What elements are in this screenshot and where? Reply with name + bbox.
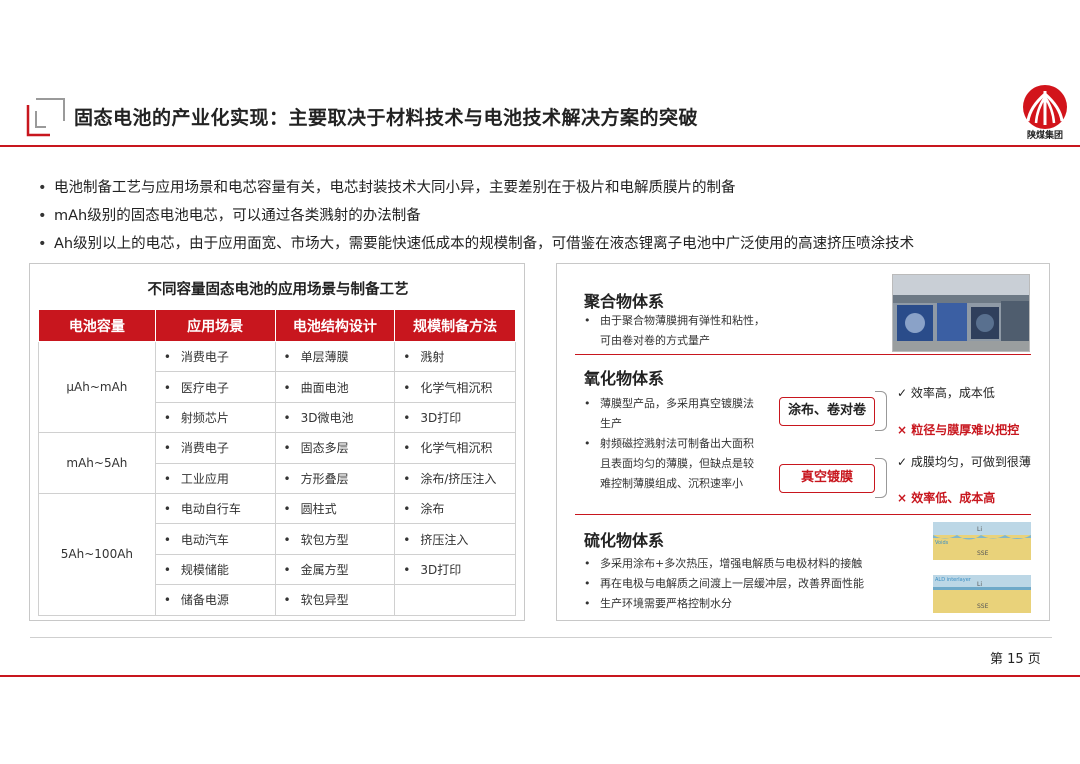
table-cell: • 圆柱式 — [274, 492, 396, 525]
table-cell — [394, 584, 516, 616]
material-systems-panel: 聚合物体系 • 由于聚合物薄膜拥有弹性和粘性， 可由卷对卷的方式量产 氧化物体系 … — [556, 263, 1050, 621]
table-cell: • 金属方型 — [274, 553, 396, 586]
pro-item: ✓ 成膜均匀，可做到很薄 — [897, 455, 1031, 469]
table-cell: • 3D打印 — [394, 401, 516, 434]
title-bracket-icon — [26, 98, 65, 137]
table-cell: • 涂布/挤压注入 — [394, 462, 516, 494]
table-cell: • 固态多层 — [274, 432, 396, 464]
column-header: 电池容量 — [38, 309, 156, 342]
page-number: 第 15 页 — [990, 652, 1041, 667]
capacity-cell: 5Ah~100Ah — [38, 492, 156, 616]
table-cell: • 方形叠层 — [274, 462, 396, 494]
coating-method-tag: 涂布、卷对卷 — [779, 397, 875, 426]
bullet-item: 电池制备工艺与应用场景和电芯容量有关，电芯封装技术大同小异，主要差别在于极片和电… — [38, 174, 914, 202]
list-item: • 薄膜型产品，多采用真空镀膜法 — [584, 397, 754, 410]
roll-to-roll-machine-photo — [892, 274, 1030, 352]
process-table: 电池容量 应用场景 电池结构设计 规模制备方法 μAh~mAh • 消费电子 • 单… — [38, 309, 516, 616]
svg-text:Voids: Voids — [935, 540, 949, 546]
list-item: • 再在电极与电解质之间渡上一层缓冲层，改善界面性能 — [584, 577, 864, 590]
pro-item: ✓ 效率高，成本低 — [897, 386, 995, 400]
brand-name: 陕煤集团 — [1026, 131, 1063, 141]
list-item: • 生产环境需要严格控制水分 — [584, 597, 732, 610]
table-cell: • 电动自行车 — [154, 492, 276, 525]
table-row: mAh~5Ah • 消费电子 • 固态多层 • 化学气相沉积 — [38, 432, 516, 494]
sulfide-title: 硫化物体系 — [584, 531, 665, 550]
list-item: • 多采用涂布+多次热压，增强电解质与电极材料的接触 — [584, 557, 863, 570]
interface-voids-micrograph: Li Voids SSE — [933, 522, 1031, 560]
table-cell: • 工业应用 — [154, 462, 276, 494]
capacity-cell: μAh~mAh — [38, 340, 156, 434]
polymer-list: • 由于聚合物薄膜拥有弹性和粘性， 可由卷对卷的方式量产 — [584, 311, 765, 351]
summary-bullets: 电池制备工艺与应用场景和电芯容量有关，电芯封装技术大同小异，主要差别在于极片和电… — [38, 174, 914, 258]
table-cell: • 单层薄膜 — [274, 340, 396, 373]
table-cell: • 消费电子 — [154, 340, 276, 373]
table-row: 5Ah~100Ah • 电动自行车 • 圆柱式 • 涂布 — [38, 492, 516, 616]
svg-text:Li: Li — [977, 581, 982, 588]
bottom-divider — [0, 675, 1080, 677]
section-divider — [575, 354, 1031, 355]
table-cell: • 规模储能 — [154, 553, 276, 586]
list-item: 可由卷对卷的方式量产 — [600, 334, 710, 347]
table-cell: • 化学气相沉积 — [394, 371, 516, 403]
table-cell: • 3D微电池 — [274, 401, 396, 434]
table-cell: • 软包方型 — [274, 523, 396, 555]
table-row: μAh~mAh • 消费电子 • 单层薄膜 • 溅射 — [38, 340, 516, 434]
table-cell: • 医疗电子 — [154, 371, 276, 403]
capacity-cell: mAh~5Ah — [38, 432, 156, 494]
oxide-title: 氧化物体系 — [584, 369, 665, 388]
column-header: 规模制备方法 — [394, 309, 516, 342]
page-title: 固态电池的产业化实现：主要取决于材料技术与电池技术解决方案的突破 — [74, 107, 699, 129]
ald-interlayer-micrograph: ALD interlayer Li SSE — [933, 575, 1031, 613]
con-item: × 粒径与膜厚难以把控 — [897, 423, 1020, 437]
list-item: 难控制薄膜组成、沉积速率小 — [600, 477, 743, 490]
sulfide-list: • 多采用涂布+多次热压，增强电解质与电极材料的接触 • 再在电极与电解质之间渡上一… — [584, 554, 864, 614]
table-cell: • 化学气相沉积 — [394, 432, 516, 464]
list-item: • 由于聚合物薄膜拥有弹性和粘性， — [584, 314, 765, 327]
footer-divider — [30, 637, 1052, 638]
svg-text:SSE: SSE — [977, 550, 989, 557]
table-cell: • 3D打印 — [394, 553, 516, 586]
oxide-list: • 薄膜型产品，多采用真空镀膜法 生产 • 射频磁控溅射法可制备出大面积 且表面均匀… — [584, 394, 754, 494]
table-cell: • 曲面电池 — [274, 371, 396, 403]
vacuum-coating-tag: 真空镀膜 — [779, 464, 875, 493]
table-cell: • 消费电子 — [154, 432, 276, 464]
con-item: × 效率低、成本高 — [897, 491, 996, 505]
svg-text:ALD interlayer: ALD interlayer — [935, 577, 972, 583]
bullet-item: Ah级别以上的电芯，由于应用面宽、市场大，需要能快速低成本的规模制备，可借鉴在液… — [38, 230, 914, 258]
comparison-bracket — [875, 458, 887, 498]
list-item: 生产 — [600, 417, 622, 430]
bullet-item: mAh级别的固态电池电芯，可以通过各类溅射的办法制备 — [38, 202, 914, 230]
table-title: 不同容量固态电池的应用场景与制备工艺 — [147, 282, 409, 298]
table-cell: • 涂布 — [394, 492, 516, 525]
column-header: 应用场景 — [154, 309, 276, 342]
section-divider — [575, 514, 1031, 515]
header-divider — [0, 145, 1080, 147]
table-cell: • 射频芯片 — [154, 401, 276, 434]
top-blank-area — [0, 0, 1080, 78]
svg-text:SSE: SSE — [977, 603, 989, 610]
table-cell: • 溅射 — [394, 340, 516, 373]
list-item: • 射频磁控溅射法可制备出大面积 — [584, 437, 754, 450]
svg-text:Li: Li — [977, 526, 982, 533]
process-table-panel: 不同容量固态电池的应用场景与制备工艺 电池容量 应用场景 电池结构设计 规模制备… — [29, 263, 525, 621]
list-item: 且表面均匀的薄膜，但缺点是较 — [600, 457, 754, 470]
polymer-title: 聚合物体系 — [584, 292, 665, 311]
column-header: 电池结构设计 — [274, 309, 396, 342]
table-cell: • 储备电源 — [154, 584, 276, 616]
table-cell: • 电动汽车 — [154, 523, 276, 555]
comparison-bracket — [875, 391, 887, 431]
table-cell: • 挤压注入 — [394, 523, 516, 555]
table-cell: • 软包异型 — [274, 584, 396, 616]
